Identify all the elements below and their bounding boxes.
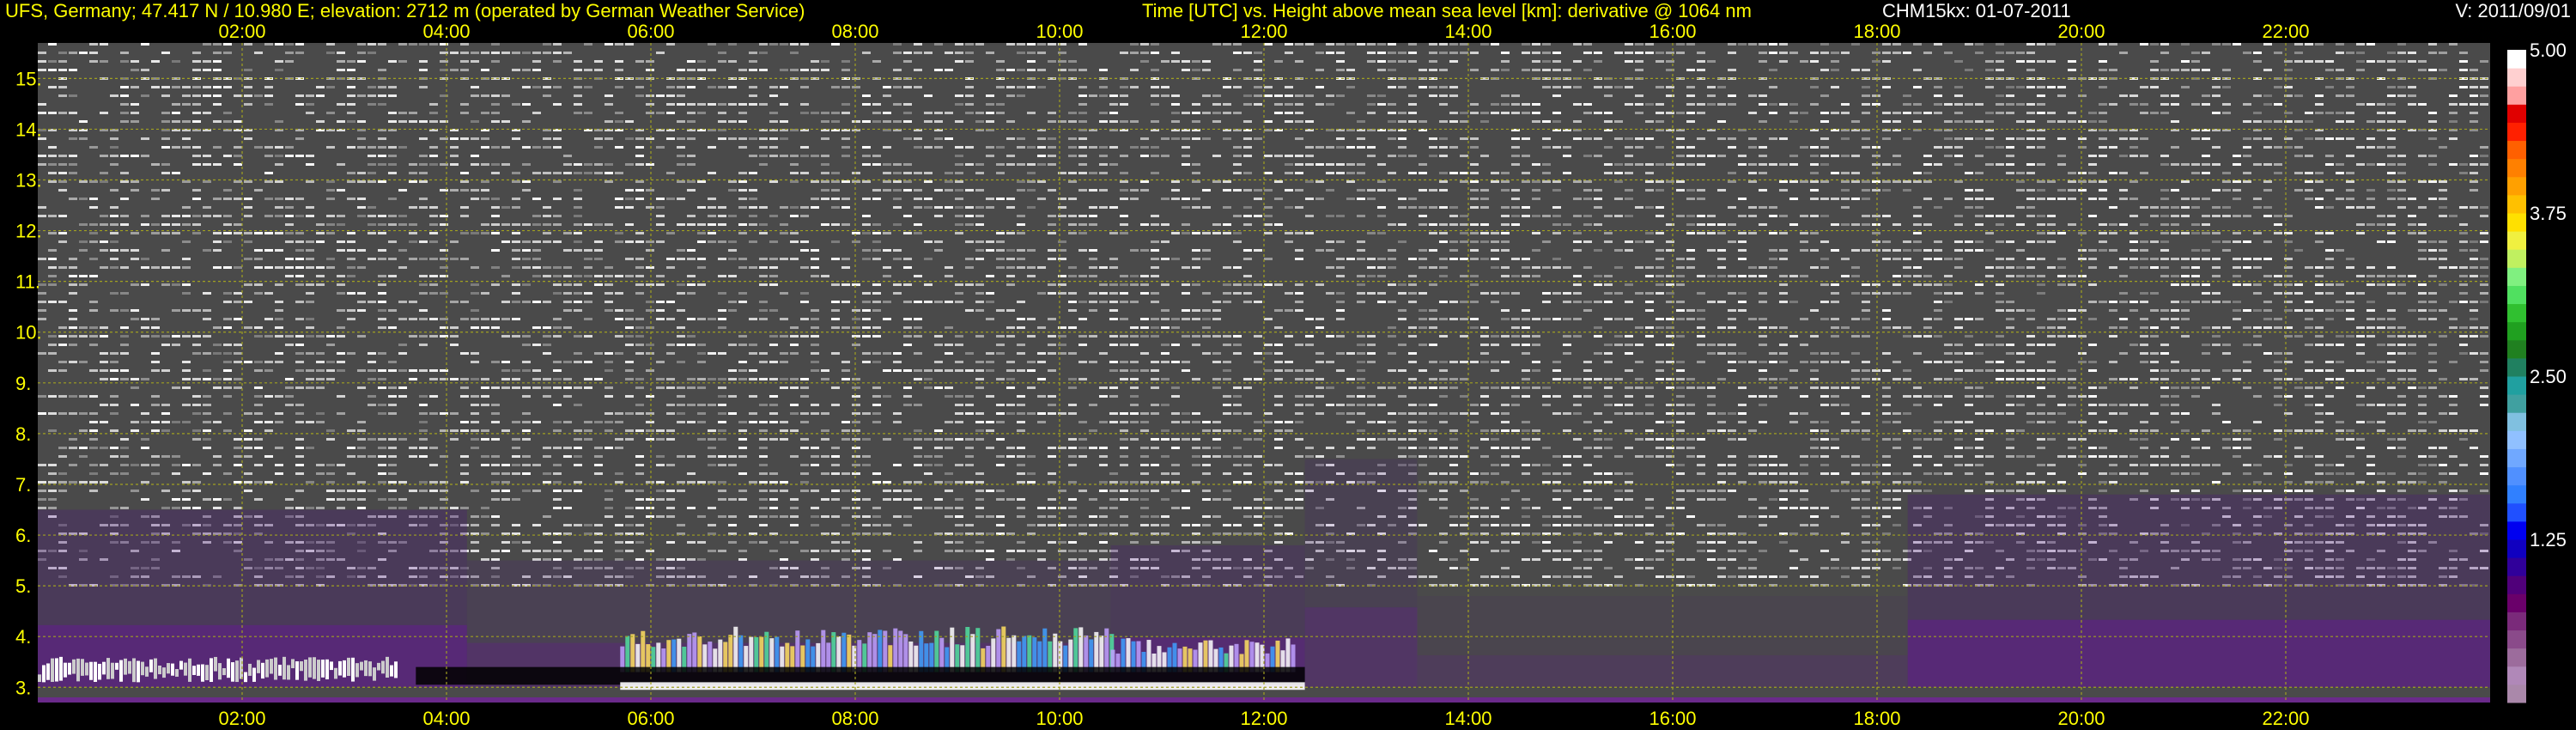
colorbar-segment: [2507, 303, 2526, 323]
colorbar-segment: [2507, 194, 2526, 214]
y-tick-label: 13.: [15, 170, 42, 192]
colorbar-segment: [2507, 122, 2526, 142]
y-tick-label: 4.: [15, 626, 31, 648]
colorbar-segment: [2507, 357, 2526, 377]
x-tick-label: 06:00: [627, 21, 674, 42]
colorbar-segment: [2507, 575, 2526, 594]
y-tick-label: 7.: [15, 474, 31, 496]
y-tick-label: 12.: [15, 221, 42, 242]
dark-band: [416, 666, 1305, 685]
x-tick-label: 14:00: [1444, 708, 1492, 729]
colorbar-segment: [2507, 394, 2526, 413]
x-tick-label: 02:00: [218, 708, 265, 729]
y-tick-label: 5.: [15, 575, 31, 597]
colorbar-segment: [2507, 611, 2526, 631]
x-tick-label: 18:00: [1853, 708, 1900, 729]
x-tick-label: 10:00: [1036, 708, 1083, 729]
colorbar-segment: [2507, 376, 2526, 395]
colorbar-segment: [2507, 231, 2526, 250]
aerosol-layer-core: [1417, 655, 1908, 688]
x-tick-label: 10:00: [1036, 21, 1083, 42]
colorbar: 1.25 2.50 3.75 5.00: [2507, 40, 2567, 703]
colorbar-segment: [2507, 630, 2526, 649]
x-tick-label: 20:00: [2057, 21, 2105, 42]
y-tick-label: 15.: [15, 68, 42, 89]
colorbar-segment: [2507, 213, 2526, 232]
colorbar-segment: [2507, 684, 2526, 703]
colorbar-segment: [2507, 466, 2526, 486]
colorbar-segment: [2507, 140, 2526, 160]
x-tick-label: 06:00: [627, 708, 674, 729]
aerosol-layer-core: [1304, 607, 1418, 688]
x-tick-label: 12:00: [1240, 708, 1287, 729]
colorbar-tick-label: 3.75: [2530, 203, 2567, 224]
x-tick-label: 16:00: [1649, 21, 1696, 42]
colorbar-tick-label: 1.25: [2530, 529, 2567, 551]
y-tick-label: 10.: [15, 322, 42, 344]
colorbar-segment: [2507, 484, 2526, 504]
colorbar-segment: [2507, 412, 2526, 431]
x-tick-label: 08:00: [831, 708, 878, 729]
x-tick-labels-bottom: 02:00 04:00 06:00 08:00 10:00 12:00 14:00 16:00…: [218, 708, 2309, 729]
colorbar-segment: [2507, 339, 2526, 359]
colorbar-segment: [2507, 430, 2526, 449]
x-tick-label: 04:00: [422, 21, 470, 42]
y-tick-label: 6.: [15, 525, 31, 546]
colorbar-segment: [2507, 50, 2526, 69]
x-tick-label: 08:00: [831, 21, 878, 42]
x-tick-label: 04:00: [422, 708, 470, 729]
x-tick-label: 20:00: [2057, 708, 2105, 729]
aerosol-layer-core: [38, 624, 467, 688]
x-tick-label: 02:00: [218, 21, 265, 42]
y-tick-label: 9.: [15, 373, 31, 394]
colorbar-segment: [2507, 158, 2526, 178]
x-tick-label: 12:00: [1240, 21, 1287, 42]
colorbar-segment: [2507, 104, 2526, 123]
colorbar-segment: [2507, 285, 2526, 305]
colorbar-segment: [2507, 666, 2526, 685]
colorbar-segment: [2507, 539, 2526, 558]
x-tick-labels-top: 02:00 04:00 06:00 08:00 10:00 12:00 14:00 16:00…: [218, 21, 2309, 42]
colorbar-segment: [2507, 68, 2526, 87]
x-tick-label: 14:00: [1444, 21, 1492, 42]
colorbar-segment: [2507, 648, 2526, 667]
y-tick-label: 3.: [15, 677, 31, 698]
colorbar-segment: [2507, 267, 2526, 286]
x-tick-label: 16:00: [1649, 708, 1696, 729]
colorbar-tick-label: 2.50: [2530, 366, 2567, 387]
colorbar-segment: [2507, 176, 2526, 196]
x-tick-label: 22:00: [2262, 708, 2309, 729]
colorbar-segment: [2507, 502, 2526, 522]
colorbar-segment: [2507, 593, 2526, 612]
x-tick-label: 18:00: [1853, 21, 1900, 42]
x-tick-label: 22:00: [2262, 21, 2309, 42]
colorbar-tick-label: 5.00: [2530, 40, 2567, 61]
colorbar-segment: [2507, 520, 2526, 540]
colorbar-segment: [2507, 86, 2526, 105]
colorbar-segment: [2507, 448, 2526, 468]
y-tick-label: 8.: [15, 423, 31, 445]
colorbar-segment: [2507, 321, 2526, 341]
aerosol-layer-core: [1907, 619, 2490, 688]
y-tick-label: 11.: [15, 271, 40, 293]
chart-svg: 02:00 04:00 06:00 08:00 10:00 12:00 14:00 16:00…: [15, 21, 2567, 729]
y-tick-label: 14.: [15, 119, 42, 140]
surface-band: [620, 682, 1305, 690]
colorbar-segment: [2507, 557, 2526, 576]
colorbar-segment: [2507, 249, 2526, 268]
